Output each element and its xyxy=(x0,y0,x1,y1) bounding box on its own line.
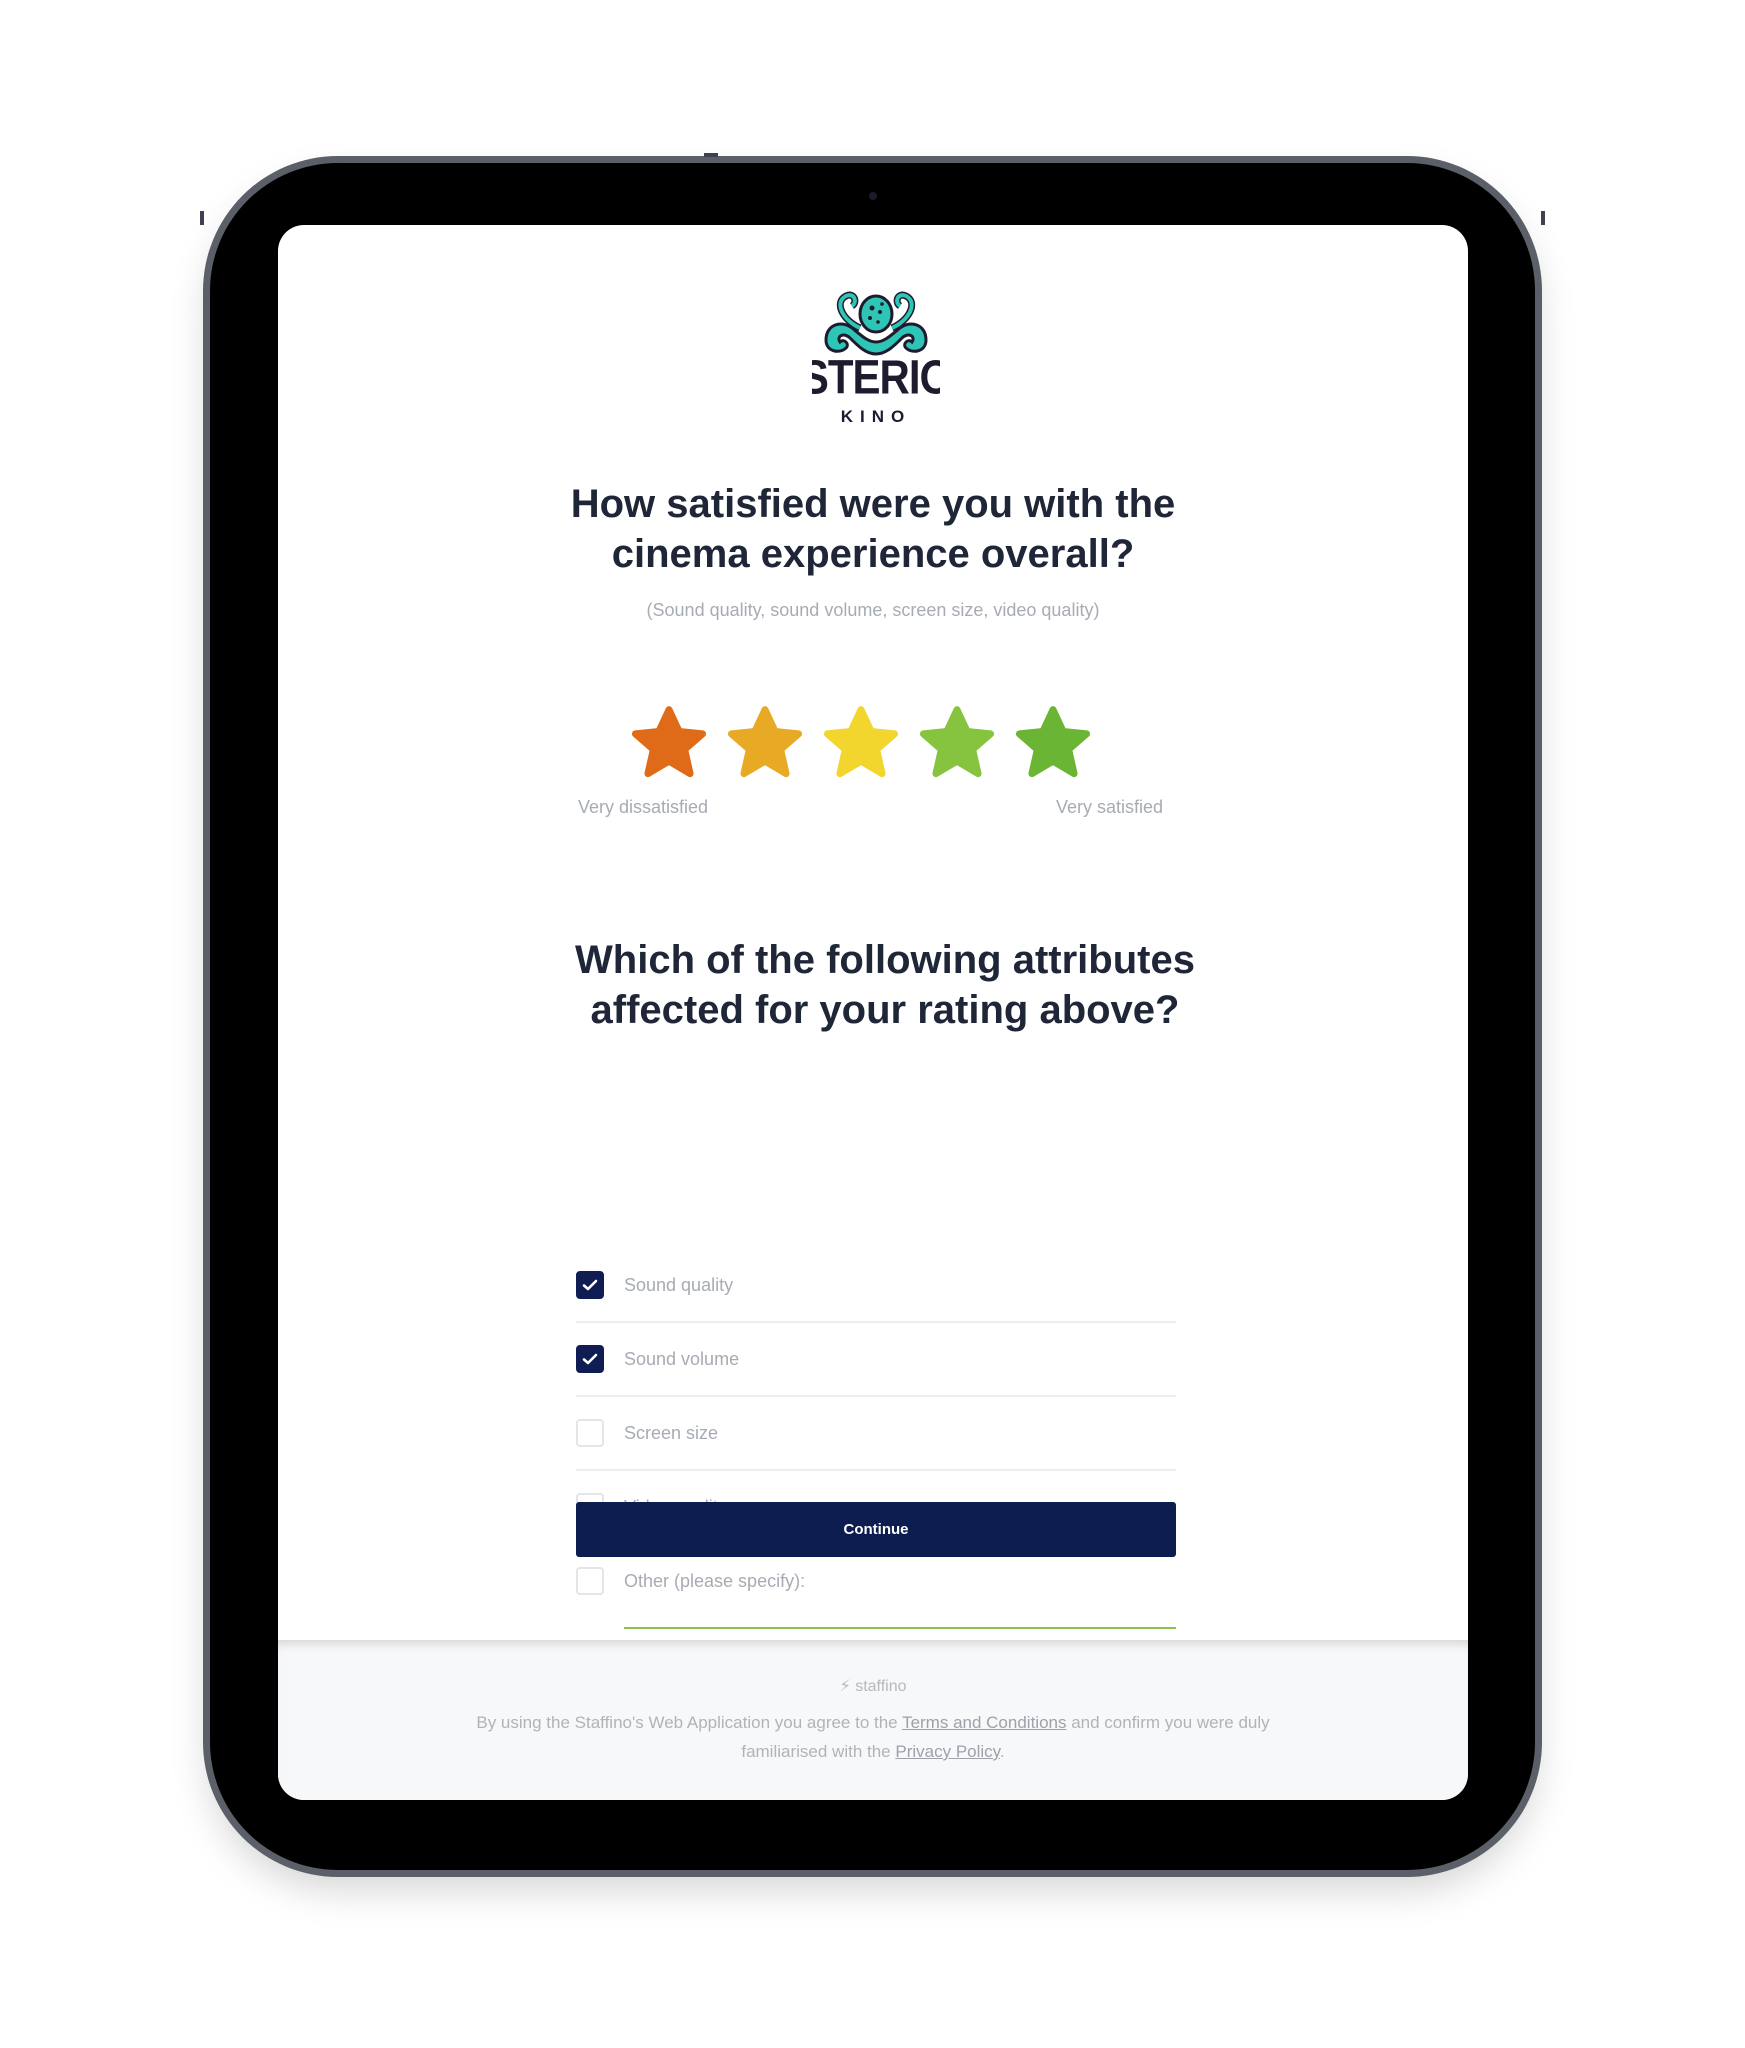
question-1-title-line-1: How satisfied were you with the xyxy=(570,482,1176,526)
terms-link[interactable]: Terms and Conditions xyxy=(902,1713,1066,1732)
star-4-icon[interactable] xyxy=(918,705,996,783)
option-row[interactable]: Sound volume xyxy=(576,1323,1176,1397)
max-scale-label: Very satisfied xyxy=(1055,797,1163,817)
legal-text-start: By using the Staffino's Web Application … xyxy=(476,1713,903,1732)
option-label: Sound quality xyxy=(624,1274,734,1295)
min-scale-label: Very dissatisfied xyxy=(578,797,709,817)
question-1-subtitle: (Sound quality, sound volume, screen siz… xyxy=(646,600,1100,620)
star-1-icon[interactable] xyxy=(630,705,708,783)
star-3-icon[interactable] xyxy=(822,705,900,783)
question-2-title-line-2: affected for your rating above? xyxy=(590,988,1180,1032)
question-1-title-line-2: cinema experience overall? xyxy=(611,532,1135,576)
checkbox[interactable] xyxy=(576,1419,604,1447)
staffino-wordmark: staffino xyxy=(855,1678,907,1695)
screen: STERIO KINO How satisfied were you with … xyxy=(278,225,1468,1800)
question-2-title-line-1: Which of the following attributes xyxy=(575,938,1195,982)
option-row[interactable]: Screen size xyxy=(576,1397,1176,1471)
checkbox[interactable] xyxy=(576,1271,604,1299)
footer: ⚡ staffino By using the Staffino's Web A… xyxy=(278,1640,1468,1800)
staffino-bolt-icon: ⚡ xyxy=(839,1678,851,1695)
checkbox[interactable] xyxy=(576,1567,604,1595)
survey-page: STERIO KINO How satisfied were you with … xyxy=(278,225,1468,1640)
star-2-icon[interactable] xyxy=(726,705,804,783)
option-row[interactable]: Sound quality xyxy=(576,1249,1176,1323)
privacy-policy-link[interactable]: Privacy Policy xyxy=(895,1742,1000,1761)
star-rating xyxy=(630,705,1118,785)
checkmark-icon xyxy=(582,1353,598,1365)
camera-icon xyxy=(869,192,877,200)
checkmark-icon xyxy=(582,1279,598,1291)
logo-wordmark: STERIO xyxy=(812,350,940,404)
continue-button[interactable]: Continue xyxy=(576,1502,1176,1557)
staffino-logo: ⚡ staffino xyxy=(278,1676,1468,1696)
attribute-options: Sound qualitySound volumeScreen sizeVide… xyxy=(576,1249,1176,1629)
top-button xyxy=(704,153,718,157)
logo-subtitle: KINO xyxy=(841,407,912,426)
checkbox[interactable] xyxy=(576,1345,604,1373)
other-specify-input[interactable] xyxy=(624,1627,1176,1629)
tablet-device-frame: STERIO KINO How satisfied were you with … xyxy=(200,153,1545,1870)
option-label: Sound volume xyxy=(624,1348,740,1369)
side-button xyxy=(200,211,204,225)
option-label: Other (please specify): xyxy=(624,1570,806,1591)
octopus-icon: STERIO KINO xyxy=(801,291,952,426)
option-label: Screen size xyxy=(624,1422,719,1443)
side-button xyxy=(1541,211,1545,225)
legal-text-end: . xyxy=(999,1742,1005,1761)
star-5-icon[interactable] xyxy=(1014,705,1092,783)
sterio-kino-logo: STERIO KINO xyxy=(801,290,952,430)
legal-text: By using the Staffino's Web Application … xyxy=(458,1708,1288,1766)
